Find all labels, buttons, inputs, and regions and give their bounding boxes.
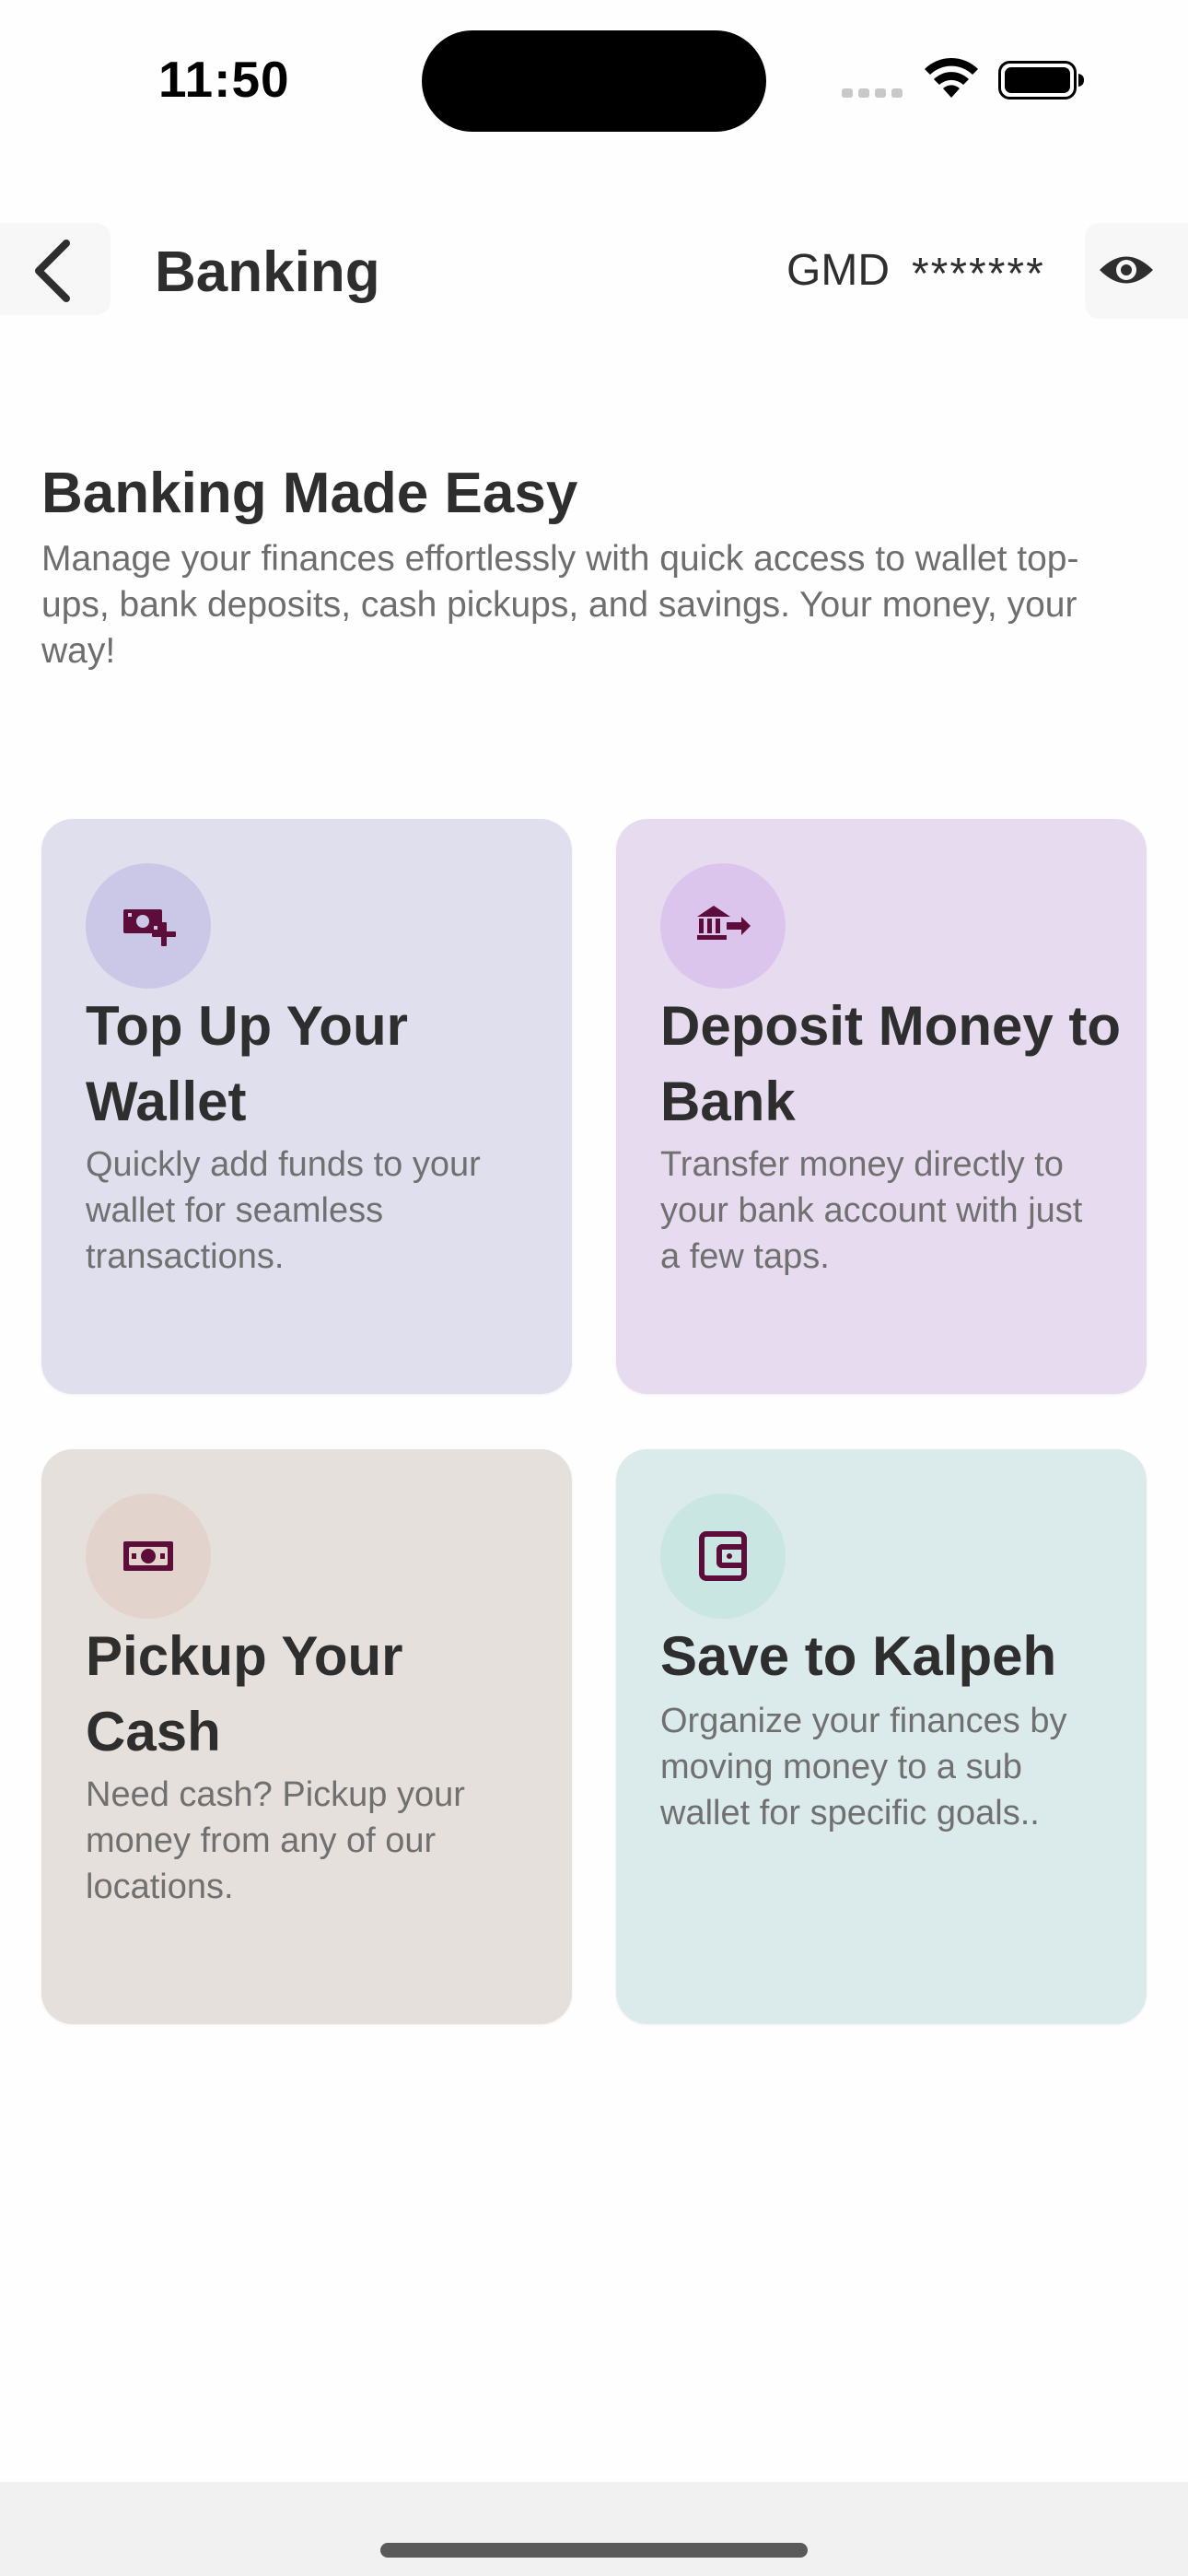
card-title: Pickup Your Cash	[86, 1625, 403, 1762]
top-up-wallet-card[interactable]: Top Up Your Wallet Quickly add funds to …	[41, 819, 572, 1394]
back-button[interactable]	[0, 223, 111, 315]
card-icon-circle	[660, 863, 786, 989]
chevron-left-icon	[35, 240, 70, 302]
page-title: Banking	[155, 240, 380, 304]
card-icon-circle	[86, 1493, 211, 1619]
status-time: 11:50	[158, 51, 290, 108]
section-title: Banking Made Easy	[41, 462, 578, 525]
card-title: Deposit Money to Bank	[660, 995, 1122, 1132]
bank-transfer-icon	[697, 906, 751, 940]
balance-masked: *******	[912, 250, 1045, 299]
toggle-balance-visibility-button[interactable]	[1085, 223, 1188, 319]
eye-icon	[1100, 256, 1153, 284]
bottom-bar	[0, 2482, 1188, 2576]
save-to-kalpeh-card[interactable]: Save to Kalpeh Organize your finances by…	[616, 1449, 1147, 2024]
card-title: Save to Kalpeh	[660, 1625, 1057, 1687]
deposit-to-bank-card[interactable]: Deposit Money to Bank Transfer money dir…	[616, 819, 1147, 1394]
dynamic-island	[422, 30, 766, 132]
card-icon-circle	[86, 863, 211, 989]
card-icon-circle	[660, 1493, 786, 1619]
money-plus-icon	[123, 909, 176, 946]
wifi-icon	[925, 57, 978, 98]
battery-icon	[998, 61, 1084, 100]
card-description: Quickly add funds to your wallet for sea…	[86, 1145, 481, 1276]
wallet-icon	[699, 1531, 747, 1581]
currency-code: GMD	[786, 246, 890, 295]
cash-icon	[123, 1541, 173, 1571]
card-description: Transfer money directly to your bank acc…	[660, 1145, 1083, 1276]
card-title: Top Up Your Wallet	[86, 995, 408, 1132]
card-description: Need cash? Pickup your money from any of…	[86, 1775, 465, 1906]
header: Banking GMD *******	[0, 221, 1188, 322]
status-bar: 11:50	[0, 0, 1188, 157]
card-description: Organize your finances by moving money t…	[660, 1702, 1067, 1832]
cellular-signal-icon	[842, 88, 903, 98]
section-description: Manage your finances effortlessly with q…	[41, 539, 1079, 671]
home-indicator[interactable]	[380, 2543, 808, 2558]
pickup-cash-card[interactable]: Pickup Your Cash Need cash? Pickup your …	[41, 1449, 572, 2024]
